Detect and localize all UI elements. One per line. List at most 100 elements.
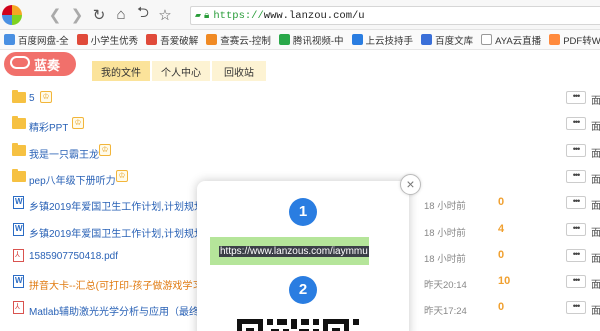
bookmark-item[interactable]: 百度网盘-全 xyxy=(0,32,73,48)
tab-label: 回收站 xyxy=(224,67,254,79)
cloud-icon xyxy=(206,34,218,45)
undo-icon[interactable]: ⮌ xyxy=(132,4,154,26)
file-row[interactable]: 5 ♔ ••• 面 xyxy=(0,86,600,112)
bookmark-label: 上云技持手 xyxy=(365,35,414,47)
file-name-link[interactable]: 我是一只霸王龙 xyxy=(29,146,99,161)
more-actions-button[interactable]: ••• xyxy=(566,143,586,157)
folder-icon xyxy=(12,116,26,130)
download-count: 0 xyxy=(498,248,505,261)
baidu-icon xyxy=(421,34,433,45)
brand-name: 蓝奏 xyxy=(34,57,61,73)
bookmark-label: AYA云直播 xyxy=(495,35,542,47)
video-icon xyxy=(278,34,290,45)
site-header: 蓝奏 我的文件 个人中心 回收站 xyxy=(0,51,600,85)
more-actions-button[interactable]: ••• xyxy=(566,248,586,262)
more-actions-button[interactable]: ••• xyxy=(566,222,586,236)
file-name-link[interactable]: 精彩PPT xyxy=(29,119,68,134)
brand-logo[interactable]: 蓝奏 xyxy=(4,52,76,76)
browser-logo-icon xyxy=(2,4,22,25)
row-action-label[interactable]: 面 xyxy=(591,118,600,133)
refresh-icon[interactable]: ↻ xyxy=(88,4,110,26)
bookmark-item[interactable]: 小学生优秀 xyxy=(73,32,143,48)
share-key-icon[interactable]: ♔ xyxy=(116,169,128,182)
file-name-link[interactable]: 1585907750418.pdf xyxy=(29,251,118,262)
share-key-icon[interactable]: ♔ xyxy=(99,143,111,156)
row-action-label[interactable]: 面 xyxy=(591,224,600,239)
word-icon xyxy=(13,275,24,289)
share-key-icon[interactable]: ♔ xyxy=(40,91,52,103)
back-arrow-icon[interactable]: ❮ xyxy=(44,4,66,26)
more-actions-button[interactable]: ••• xyxy=(566,169,586,183)
bookmark-item[interactable]: 查赛云-控制 xyxy=(202,32,275,48)
file-time: 18 小时前 xyxy=(424,227,466,239)
file-name-link[interactable]: 拼音大卡--汇总(可打印-孩子做游戏学习).d xyxy=(29,277,199,292)
tab-label: 个人中心 xyxy=(161,67,201,79)
bookmark-label: 腾讯视频-中 xyxy=(292,35,344,47)
bookmark-label: 百度文库 xyxy=(435,35,474,47)
row-action-label[interactable]: 面 xyxy=(591,92,600,107)
file-name-link[interactable]: 5 xyxy=(29,93,35,104)
browser-toolbar: ❮ ❯ ↻ ⌂ ⮌ ☆ ▰ 🔒︎ https:// www.lanzou.com… xyxy=(0,0,600,30)
row-action-label[interactable]: 面 xyxy=(591,197,600,212)
bookmark-item[interactable]: 腾讯视频-中 xyxy=(275,32,348,48)
paw-icon xyxy=(76,34,88,45)
folder-icon xyxy=(12,142,26,156)
row-action-label[interactable]: 面 xyxy=(591,302,600,317)
download-count: 0 xyxy=(498,301,505,314)
share-key-icon[interactable]: ♔ xyxy=(72,117,84,130)
row-action-label[interactable]: 面 xyxy=(591,276,600,291)
star-icon[interactable]: ☆ xyxy=(154,4,176,26)
pdf-icon xyxy=(549,34,561,45)
bookmark-item[interactable]: PDF转Word同 xyxy=(545,32,600,48)
file-time: 18 小时前 xyxy=(424,201,466,213)
shield-icon: ▰ xyxy=(195,10,202,22)
file-name-link[interactable]: Matlab辅助激光光学分析与应用（最终完善 xyxy=(29,303,199,318)
globe-icon xyxy=(351,34,363,45)
bookmark-item[interactable]: 上云技持手 xyxy=(348,32,418,48)
step-2-badge: 2 xyxy=(289,276,317,304)
forward-arrow-icon[interactable]: ❯ xyxy=(66,4,88,26)
cloud-icon xyxy=(10,56,30,69)
more-actions-button[interactable]: ••• xyxy=(566,117,586,131)
share-link-field[interactable]: https://www.lanzous.com/iaymmu xyxy=(210,237,369,265)
word-icon xyxy=(13,196,24,210)
share-popup: × 1 https://www.lanzous.com/iaymmu 2 xyxy=(197,174,421,331)
qr-code xyxy=(237,319,359,331)
file-row[interactable]: 我是一只霸王龙 ♔ ••• 面 xyxy=(0,139,600,165)
download-count: 0 xyxy=(498,196,505,209)
bookmark-label: 百度网盘-全 xyxy=(18,35,69,47)
more-actions-button[interactable]: ••• xyxy=(566,275,586,289)
url-host: www.lanzou.com/u xyxy=(263,9,365,22)
bookmark-item[interactable]: 百度文库 xyxy=(417,32,477,48)
bookmark-label: 查赛云-控制 xyxy=(220,35,271,47)
bookmark-item[interactable]: AYA云直播 xyxy=(477,32,545,48)
bookmark-label: 吾爱破解 xyxy=(160,35,199,47)
tab-user-center[interactable]: 个人中心 xyxy=(152,61,210,81)
file-name-link[interactable]: 乡镇2019年爱国卫生工作计划,计划规划-语 xyxy=(29,198,217,213)
folder-icon xyxy=(12,90,26,103)
close-button[interactable]: × xyxy=(400,174,421,195)
download-count: 10 xyxy=(498,275,511,288)
row-action-label[interactable]: 面 xyxy=(591,171,600,186)
bookmark-label: PDF转Word同 xyxy=(563,35,600,47)
bookmark-item[interactable]: 吾爱破解 xyxy=(142,32,202,48)
site-icon xyxy=(146,34,158,45)
more-actions-button[interactable]: ••• xyxy=(566,91,586,104)
url-scheme: https:// xyxy=(213,9,264,22)
tab-label: 我的文件 xyxy=(101,67,141,79)
file-row[interactable]: 精彩PPT ♔ ••• 面 xyxy=(0,112,600,138)
more-actions-button[interactable]: ••• xyxy=(566,301,586,315)
address-bar[interactable]: ▰ 🔒︎ https:// www.lanzou.com/u xyxy=(190,6,600,25)
row-action-label[interactable]: 面 xyxy=(591,250,600,265)
page-icon xyxy=(481,34,493,45)
file-name-link[interactable]: pep八年级下册听力 xyxy=(29,172,116,187)
more-actions-button[interactable]: ••• xyxy=(566,196,586,210)
folder-icon xyxy=(12,168,26,182)
tab-recycle-bin[interactable]: 回收站 xyxy=(212,61,266,81)
word-icon xyxy=(13,222,24,236)
home-icon[interactable]: ⌂ xyxy=(110,4,132,26)
file-name-link[interactable]: 乡镇2019年爱国卫生工作计划,计划规划-语 xyxy=(29,225,217,240)
step-1-badge: 1 xyxy=(289,198,317,226)
tab-my-files[interactable]: 我的文件 xyxy=(92,61,150,81)
row-action-label[interactable]: 面 xyxy=(591,145,600,160)
